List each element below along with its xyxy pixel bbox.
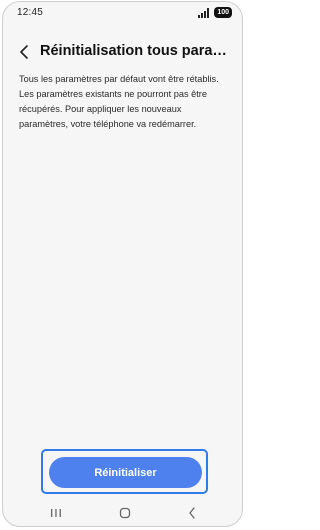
reset-description: Tous les paramètres par défaut vont être… [19, 74, 219, 129]
app-header: Réinitialisation tous paramèt... [3, 40, 242, 66]
chevron-left-icon [20, 45, 28, 59]
back-icon [189, 507, 195, 519]
signal-icon [198, 7, 210, 18]
home-icon [119, 507, 131, 519]
phone-screen: 12:45 100 Réinitialisation tous paramèt.… [2, 1, 243, 527]
recents-icon [51, 509, 61, 517]
battery-icon: 100 [214, 7, 232, 18]
status-time: 12:45 [17, 7, 44, 18]
status-bar: 12:45 100 [3, 2, 242, 26]
recents-button[interactable] [48, 506, 64, 520]
navigation-bar [3, 500, 242, 526]
reset-button[interactable]: Réinitialiser [49, 457, 202, 488]
page-title: Réinitialisation tous paramèt... [40, 43, 234, 59]
system-icons: 100 [198, 7, 232, 18]
nav-back-button[interactable] [184, 506, 200, 520]
home-button[interactable] [117, 506, 133, 520]
back-button[interactable] [17, 43, 31, 61]
